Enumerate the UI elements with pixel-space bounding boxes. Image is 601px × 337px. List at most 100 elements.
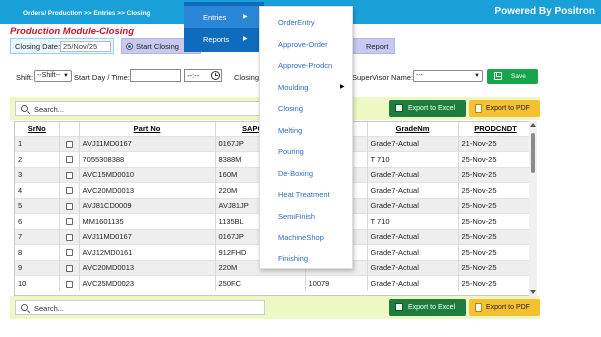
start-day-input[interactable] <box>130 69 181 82</box>
chevron-down-icon: ▼ <box>63 73 69 79</box>
clock-icon[interactable] <box>211 71 220 80</box>
checkbox-icon[interactable] <box>65 264 73 272</box>
checkbox-icon[interactable] <box>65 171 73 179</box>
table-cell: AVC20MD0013 <box>79 259 216 276</box>
table-cell: T 710 <box>367 213 459 229</box>
table-cell: AVC20MD0013 <box>79 182 216 198</box>
table-cell: 10 <box>15 275 60 291</box>
supervisor-select-value: --- <box>416 72 423 79</box>
radio-report[interactable]: Report <box>352 38 395 54</box>
shift-select-value: --Shift-- <box>37 72 61 79</box>
checkbox-icon[interactable] <box>65 233 73 241</box>
closing-label: Closing <box>234 73 260 82</box>
row-select-cell <box>59 166 80 183</box>
export-excel-button[interactable]: Export to Excel <box>389 299 466 316</box>
search-input[interactable]: Search... <box>15 300 265 315</box>
save-button[interactable]: Save <box>487 69 538 84</box>
table-cell: 2 <box>15 151 60 167</box>
table-cell: 8 <box>15 244 60 260</box>
table-cell: MM1601135 <box>79 213 216 229</box>
checkbox-icon[interactable] <box>65 187 73 195</box>
export-pdf-button[interactable]: Export to PDF <box>469 100 540 117</box>
checkbox-icon[interactable] <box>65 156 73 164</box>
entries-submenu: OrderEntry Approve-Order Approve-Prodcn … <box>259 6 353 269</box>
powered-by-label: Powered By Positron <box>494 6 595 17</box>
closing-date-label: Closing Date: <box>15 42 61 51</box>
excel-icon <box>395 104 403 112</box>
table-row[interactable]: 10 AVC25MD0023 250FC 10079 Grade7-Actual 25-N… <box>15 275 534 291</box>
chevron-right-icon: ▶ <box>243 36 248 42</box>
export-pdf-label: Export to PDF <box>486 304 530 311</box>
submenu-item-approve-prodcn[interactable]: Approve-Prodcn <box>278 61 332 70</box>
table-cell: 1 <box>15 135 60 152</box>
row-select-cell <box>59 228 80 245</box>
scroll-down-icon[interactable] <box>530 290 536 294</box>
table-cell: 5 <box>15 197 60 214</box>
chevron-down-icon: ▼ <box>474 73 480 79</box>
submenu-item-pouring[interactable]: Pouring <box>278 147 304 156</box>
column-header-srno[interactable]: SrNo <box>15 122 60 136</box>
column-header-select <box>59 122 80 136</box>
row-select-cell <box>59 197 80 214</box>
checkbox-icon[interactable] <box>65 249 73 257</box>
table-cell: 3 <box>15 166 60 183</box>
export-excel-label: Export to Excel <box>408 304 456 311</box>
column-header-gradenm[interactable]: GradeNm <box>367 122 459 136</box>
submenu-item-semifinish[interactable]: SemiFinish <box>278 212 315 221</box>
submenu-item-moulding[interactable]: Moulding <box>278 83 308 92</box>
shift-select[interactable]: --Shift-- ▼ <box>34 70 72 82</box>
radio-checked-icon <box>126 43 133 50</box>
table-cell: AVC25MD0023 <box>79 275 216 291</box>
excel-icon <box>395 303 403 311</box>
menu-item-entries-label: Entries <box>203 13 227 22</box>
checkbox-icon[interactable] <box>65 202 73 210</box>
submenu-item-closing[interactable]: Closing <box>278 104 303 113</box>
table-cell: 25-Nov-25 <box>458 244 534 260</box>
grid-scrollbar[interactable] <box>529 121 537 296</box>
submenu-item-de-boxing[interactable]: De-Boxing <box>278 169 313 178</box>
row-select-cell <box>59 213 80 229</box>
closing-date-input[interactable]: 25/Nov/25 <box>60 41 111 52</box>
menu-item-entries[interactable]: Entries ▶ <box>184 6 264 28</box>
menu-item-reports-label: Reports <box>203 35 230 44</box>
submenu-item-finishing[interactable]: Finishing <box>278 254 308 263</box>
submenu-item-orderentry[interactable]: OrderEntry <box>278 18 315 27</box>
scroll-thumb[interactable] <box>531 133 535 173</box>
breadcrumb: Orders/ Production >> Entries >> Closing <box>23 10 151 17</box>
table-cell: 4 <box>15 182 60 198</box>
supervisor-select[interactable]: --- ▼ <box>413 70 483 82</box>
submenu-item-heat-treatment[interactable]: Heat Treatment <box>278 190 330 199</box>
start-time-value: --:-- <box>187 71 200 80</box>
table-cell: 25-Nov-25 <box>458 275 534 291</box>
table-cell: AVC15MD0010 <box>79 166 216 183</box>
save-button-label: Save <box>511 73 526 80</box>
page-title: Production Module-Closing <box>10 26 135 37</box>
table-cell: 25-Nov-25 <box>458 182 534 198</box>
start-time-input[interactable]: --:-- <box>184 69 222 82</box>
search-input[interactable]: Search... <box>15 101 265 116</box>
checkbox-icon[interactable] <box>65 280 73 288</box>
table-cell: AVJ11MD0167 <box>79 228 216 245</box>
table-cell: 25-Nov-25 <box>458 228 534 245</box>
table-cell: 9 <box>15 259 60 276</box>
export-pdf-button[interactable]: Export to PDF <box>469 299 540 316</box>
submenu-item-melting[interactable]: Melting <box>278 126 302 135</box>
column-header-part-no[interactable]: Part No <box>79 122 216 136</box>
radio-report-label: Report <box>366 42 389 51</box>
checkbox-icon[interactable] <box>65 218 73 226</box>
submenu-item-approve-order[interactable]: Approve-Order <box>278 40 328 49</box>
table-cell: 25-Nov-25 <box>458 197 534 214</box>
checkbox-icon[interactable] <box>65 140 73 148</box>
export-excel-button[interactable]: Export to Excel <box>389 100 466 117</box>
save-icon <box>494 72 502 80</box>
table-cell: 7 <box>15 228 60 245</box>
row-select-cell <box>59 182 80 198</box>
row-select-cell <box>59 151 80 167</box>
row-select-cell <box>59 244 80 260</box>
table-cell: Grade7-Actual <box>367 228 459 245</box>
scroll-up-icon[interactable] <box>530 123 536 127</box>
closing-date-group: Closing Date: 25/Nov/25 <box>10 38 114 54</box>
column-header-prodcndt[interactable]: PRODCNDT <box>458 122 534 136</box>
submenu-item-machineshop[interactable]: MachineShop <box>278 233 324 242</box>
menu-item-reports[interactable]: Reports ▶ <box>184 28 264 50</box>
